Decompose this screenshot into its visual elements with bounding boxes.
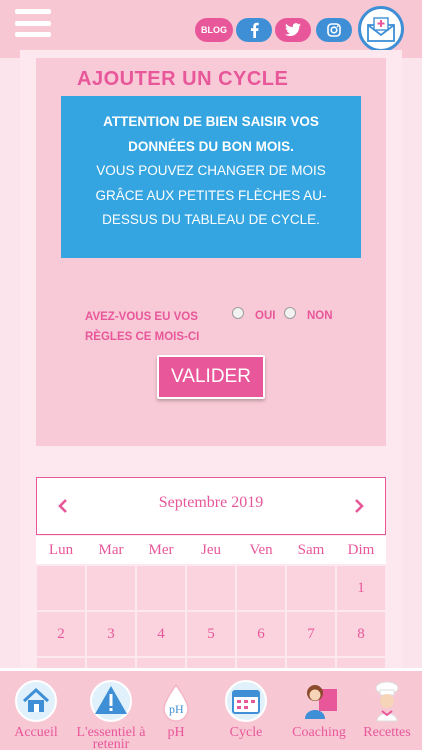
nav-coaching[interactable]: Coaching [282, 671, 356, 750]
calendar-day[interactable] [137, 658, 185, 668]
calendar-month: Septembre 2019 [158, 494, 264, 511]
calendar-day[interactable]: 3 [87, 612, 135, 656]
nav-accueil[interactable]: Accueil [6, 671, 66, 750]
calendar-day[interactable] [337, 658, 385, 668]
question-line: AVEZ-VOUS EU VOS [85, 311, 198, 323]
calendar-icon [224, 679, 268, 723]
radio-no[interactable] [284, 307, 296, 319]
calendar-day[interactable] [187, 658, 235, 668]
blog-button[interactable]: BLOG [195, 18, 233, 42]
nav-cycle[interactable]: Cycle [214, 671, 278, 750]
period-question: AVEZ-VOUS EU VOS RÈGLES CE MOIS-CI [85, 307, 225, 347]
chevron-right-icon[interactable] [349, 496, 369, 516]
nav-label: Accueil [14, 725, 58, 740]
facebook-icon[interactable] [236, 18, 272, 42]
calendar-day[interactable] [87, 658, 135, 668]
validate-button[interactable]: VALIDER [157, 355, 265, 399]
notice-box: ATTENTION DE BIEN SAISIR VOS DONNÉES DU … [61, 96, 361, 258]
question-line: RÈGLES CE MOIS-CI [85, 331, 200, 343]
svg-text:pH: pH [169, 702, 184, 716]
nav-essentiel[interactable]: L'essentiel à retenir [72, 671, 150, 750]
nav-label: Recettes [363, 725, 411, 740]
radio-yes-label: OUI [255, 310, 276, 322]
notice-line: GRÂCE AUX PETITES FLÈCHES AU- [95, 187, 327, 203]
weekday-label: Ven [249, 542, 273, 558]
calendar-day[interactable]: 4 [137, 612, 185, 656]
weekday-label: Mar [98, 542, 124, 558]
notice-line: DONNÉES DU BON MOIS. [128, 138, 294, 154]
weekday-label: Sam [297, 542, 325, 558]
weekday-label: Mer [148, 542, 174, 558]
bottom-navigation: Accueil L'essentiel à retenir pH pH Cycl… [0, 668, 422, 750]
instagram-icon[interactable] [316, 18, 352, 42]
calendar-day[interactable] [287, 658, 335, 668]
weekday-label: Lun [48, 542, 74, 558]
notice-line: VOUS POUVEZ CHANGER DE MOIS [96, 163, 326, 178]
nav-label: Coaching [292, 725, 346, 740]
twitter-icon[interactable] [275, 18, 311, 42]
calendar-day[interactable]: 6 [237, 612, 285, 656]
chef-icon [365, 679, 409, 723]
notice-line: ATTENTION DE BIEN SAISIR VOS [103, 114, 319, 129]
nav-label: Cycle [229, 725, 263, 740]
warning-icon [89, 679, 133, 723]
validate-button-label: VALIDER [171, 366, 251, 387]
calendar-day[interactable]: 8 [337, 612, 385, 656]
weekday-label: Dim [347, 542, 375, 558]
hamburger-icon[interactable] [15, 9, 51, 37]
calendar-header: Septembre 2019 [36, 477, 386, 535]
calendar-day[interactable] [237, 566, 285, 610]
home-icon [14, 679, 58, 723]
calendar-day[interactable] [287, 566, 335, 610]
nav-label: L'essentiel à retenir [76, 725, 146, 750]
calendar-day[interactable] [37, 566, 85, 610]
radio-yes[interactable] [232, 307, 244, 319]
calendar-day[interactable] [37, 658, 85, 668]
nav-recettes[interactable]: Recettes [356, 671, 418, 750]
ph-drop-icon: pH [154, 679, 198, 723]
calendar-day[interactable] [187, 566, 235, 610]
calendar-day[interactable] [87, 566, 135, 610]
weekday-header: Lun Mar Mer Jeu Ven Sam Dim [36, 536, 386, 564]
radio-no-label: NON [307, 310, 333, 322]
blog-label: BLOG [201, 25, 227, 35]
calendar-day[interactable]: 2 [37, 612, 85, 656]
coach-icon [297, 679, 341, 723]
calendar-day[interactable]: 1 [337, 566, 385, 610]
calendar-day[interactable]: 5 [187, 612, 235, 656]
calendar-day[interactable]: 7 [287, 612, 335, 656]
nav-ph[interactable]: pH pH [150, 671, 202, 750]
calendar-day[interactable] [237, 658, 285, 668]
weekday-label: Jeu [201, 542, 221, 558]
notice-line: DESSUS DU TABLEAU DE CYCLE. [102, 212, 320, 227]
calendar-day[interactable] [137, 566, 185, 610]
page-title: AJOUTER UN CYCLE [77, 68, 289, 90]
nav-label: pH [167, 725, 185, 740]
mail-icon[interactable] [358, 6, 404, 52]
